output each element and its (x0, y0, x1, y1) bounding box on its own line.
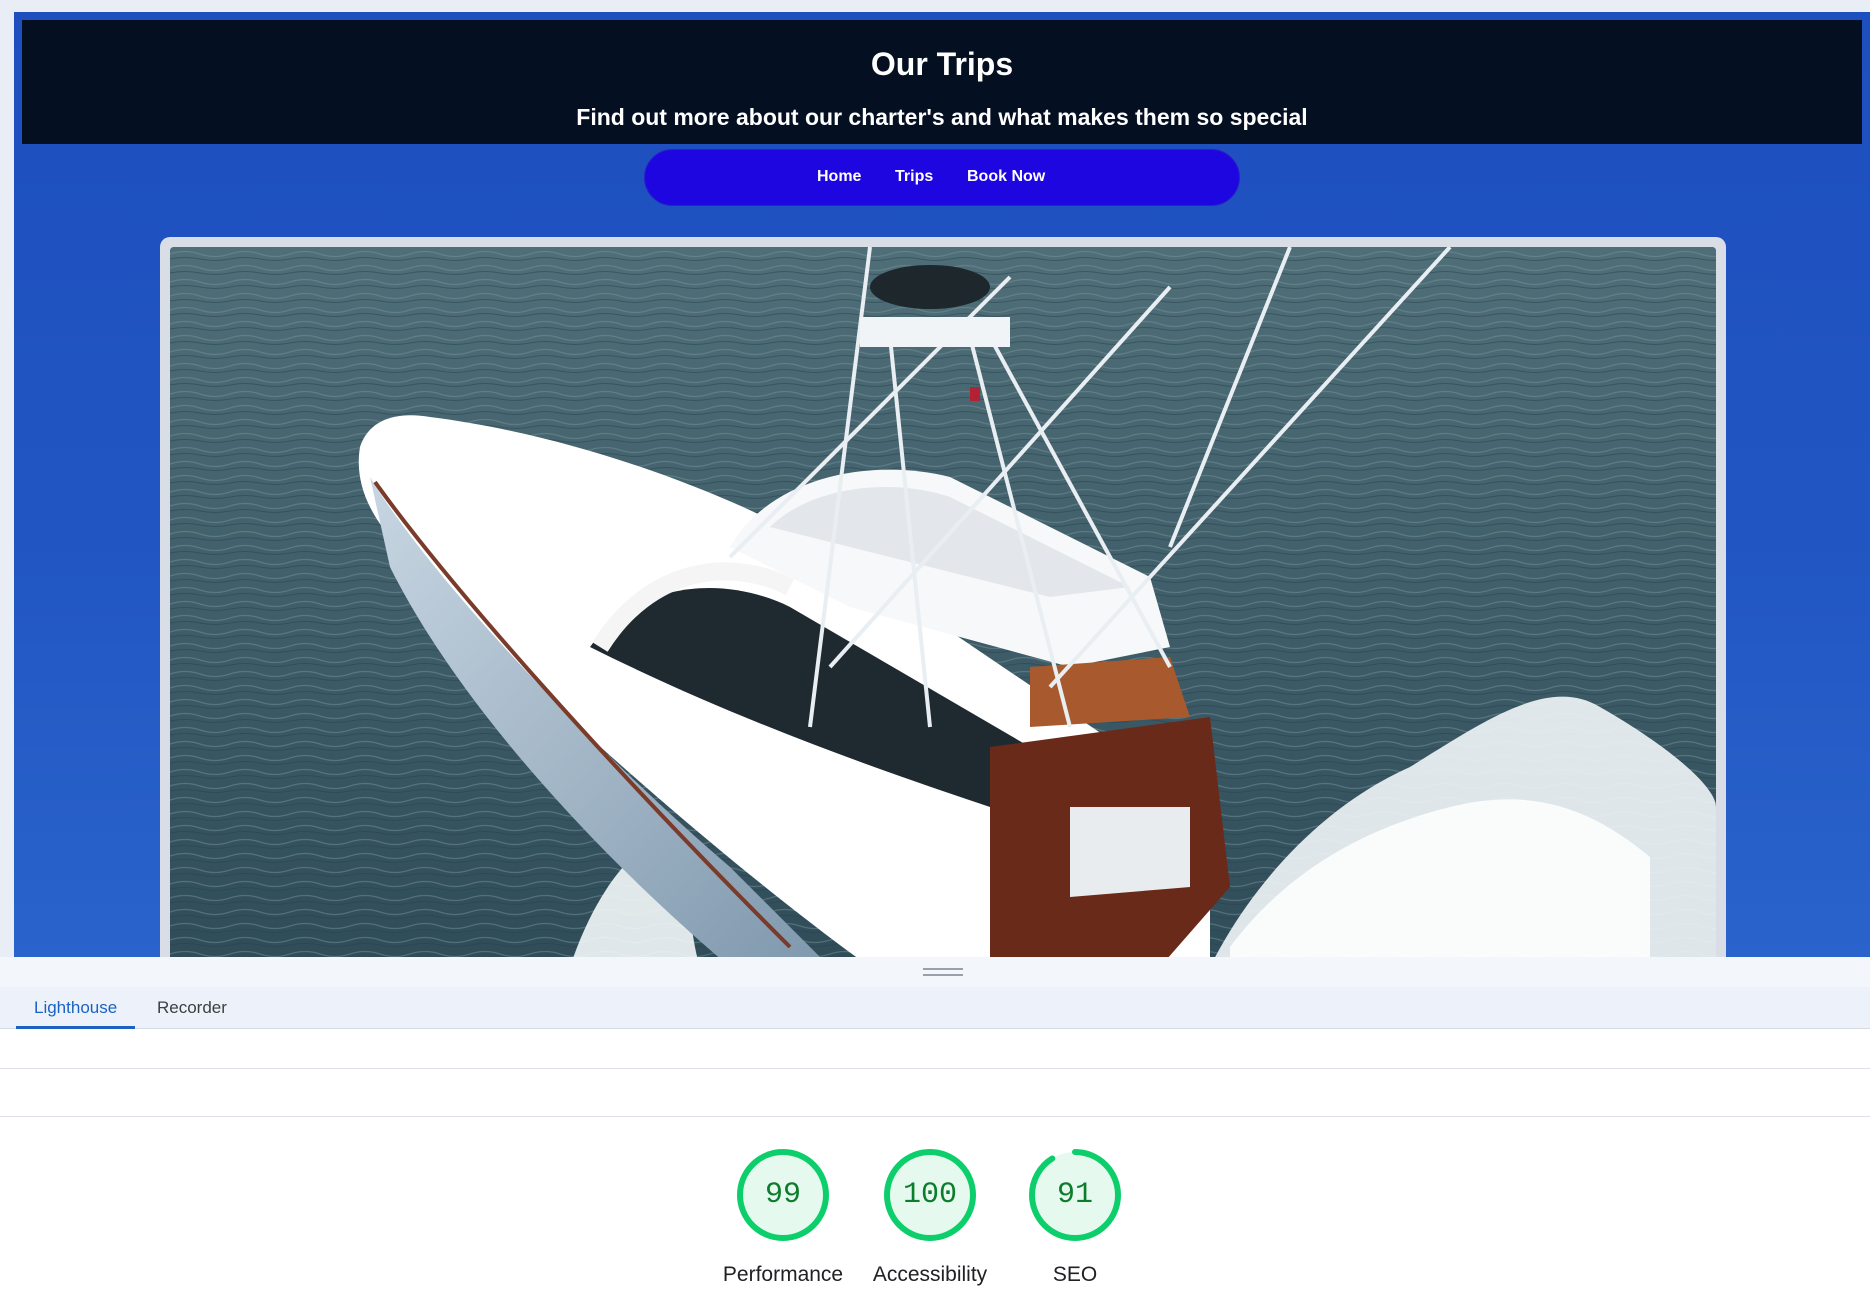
page-subtitle: Find out more about our charter's and wh… (576, 104, 1308, 130)
devtools-resize-handle[interactable] (0, 957, 1870, 987)
tab-lighthouse[interactable]: Lighthouse (16, 987, 136, 1029)
score-gauge-seo[interactable]: 91 SEO (980, 1147, 1170, 1307)
hero-image-frame (160, 237, 1726, 957)
nav-trips-link[interactable]: Trips (895, 168, 933, 186)
score-value: 91 (1056, 1178, 1093, 1212)
score-label: SEO (1052, 1263, 1098, 1286)
drag-grip-icon (923, 968, 963, 976)
lighthouse-toolbar (0, 1029, 1870, 1069)
tab-recorder[interactable]: Recorder (139, 987, 245, 1029)
nav-book-now-link[interactable]: Book Now (967, 168, 1045, 186)
lighthouse-scores: 99 Performance 100 Accessibility 91 SEO (0, 1117, 1870, 1314)
page-title: Our Trips (870, 46, 1014, 82)
nav-home-link[interactable]: Home (817, 168, 861, 186)
browser-viewport: Our Trips Find out more about our charte… (0, 0, 1870, 957)
devtools-tab-bar: Lighthouse Recorder (0, 987, 1870, 1029)
website-page: Our Trips Find out more about our charte… (14, 12, 1870, 957)
hero-image (170, 247, 1716, 957)
main-nav: Home Trips Book Now (644, 149, 1240, 206)
site-header: Our Trips Find out more about our charte… (22, 20, 1862, 144)
score-value: 99 (764, 1178, 801, 1212)
score-value: 100 (902, 1178, 957, 1212)
yacht-photo-illustration (170, 247, 1716, 957)
lighthouse-report-bar (0, 1069, 1870, 1117)
